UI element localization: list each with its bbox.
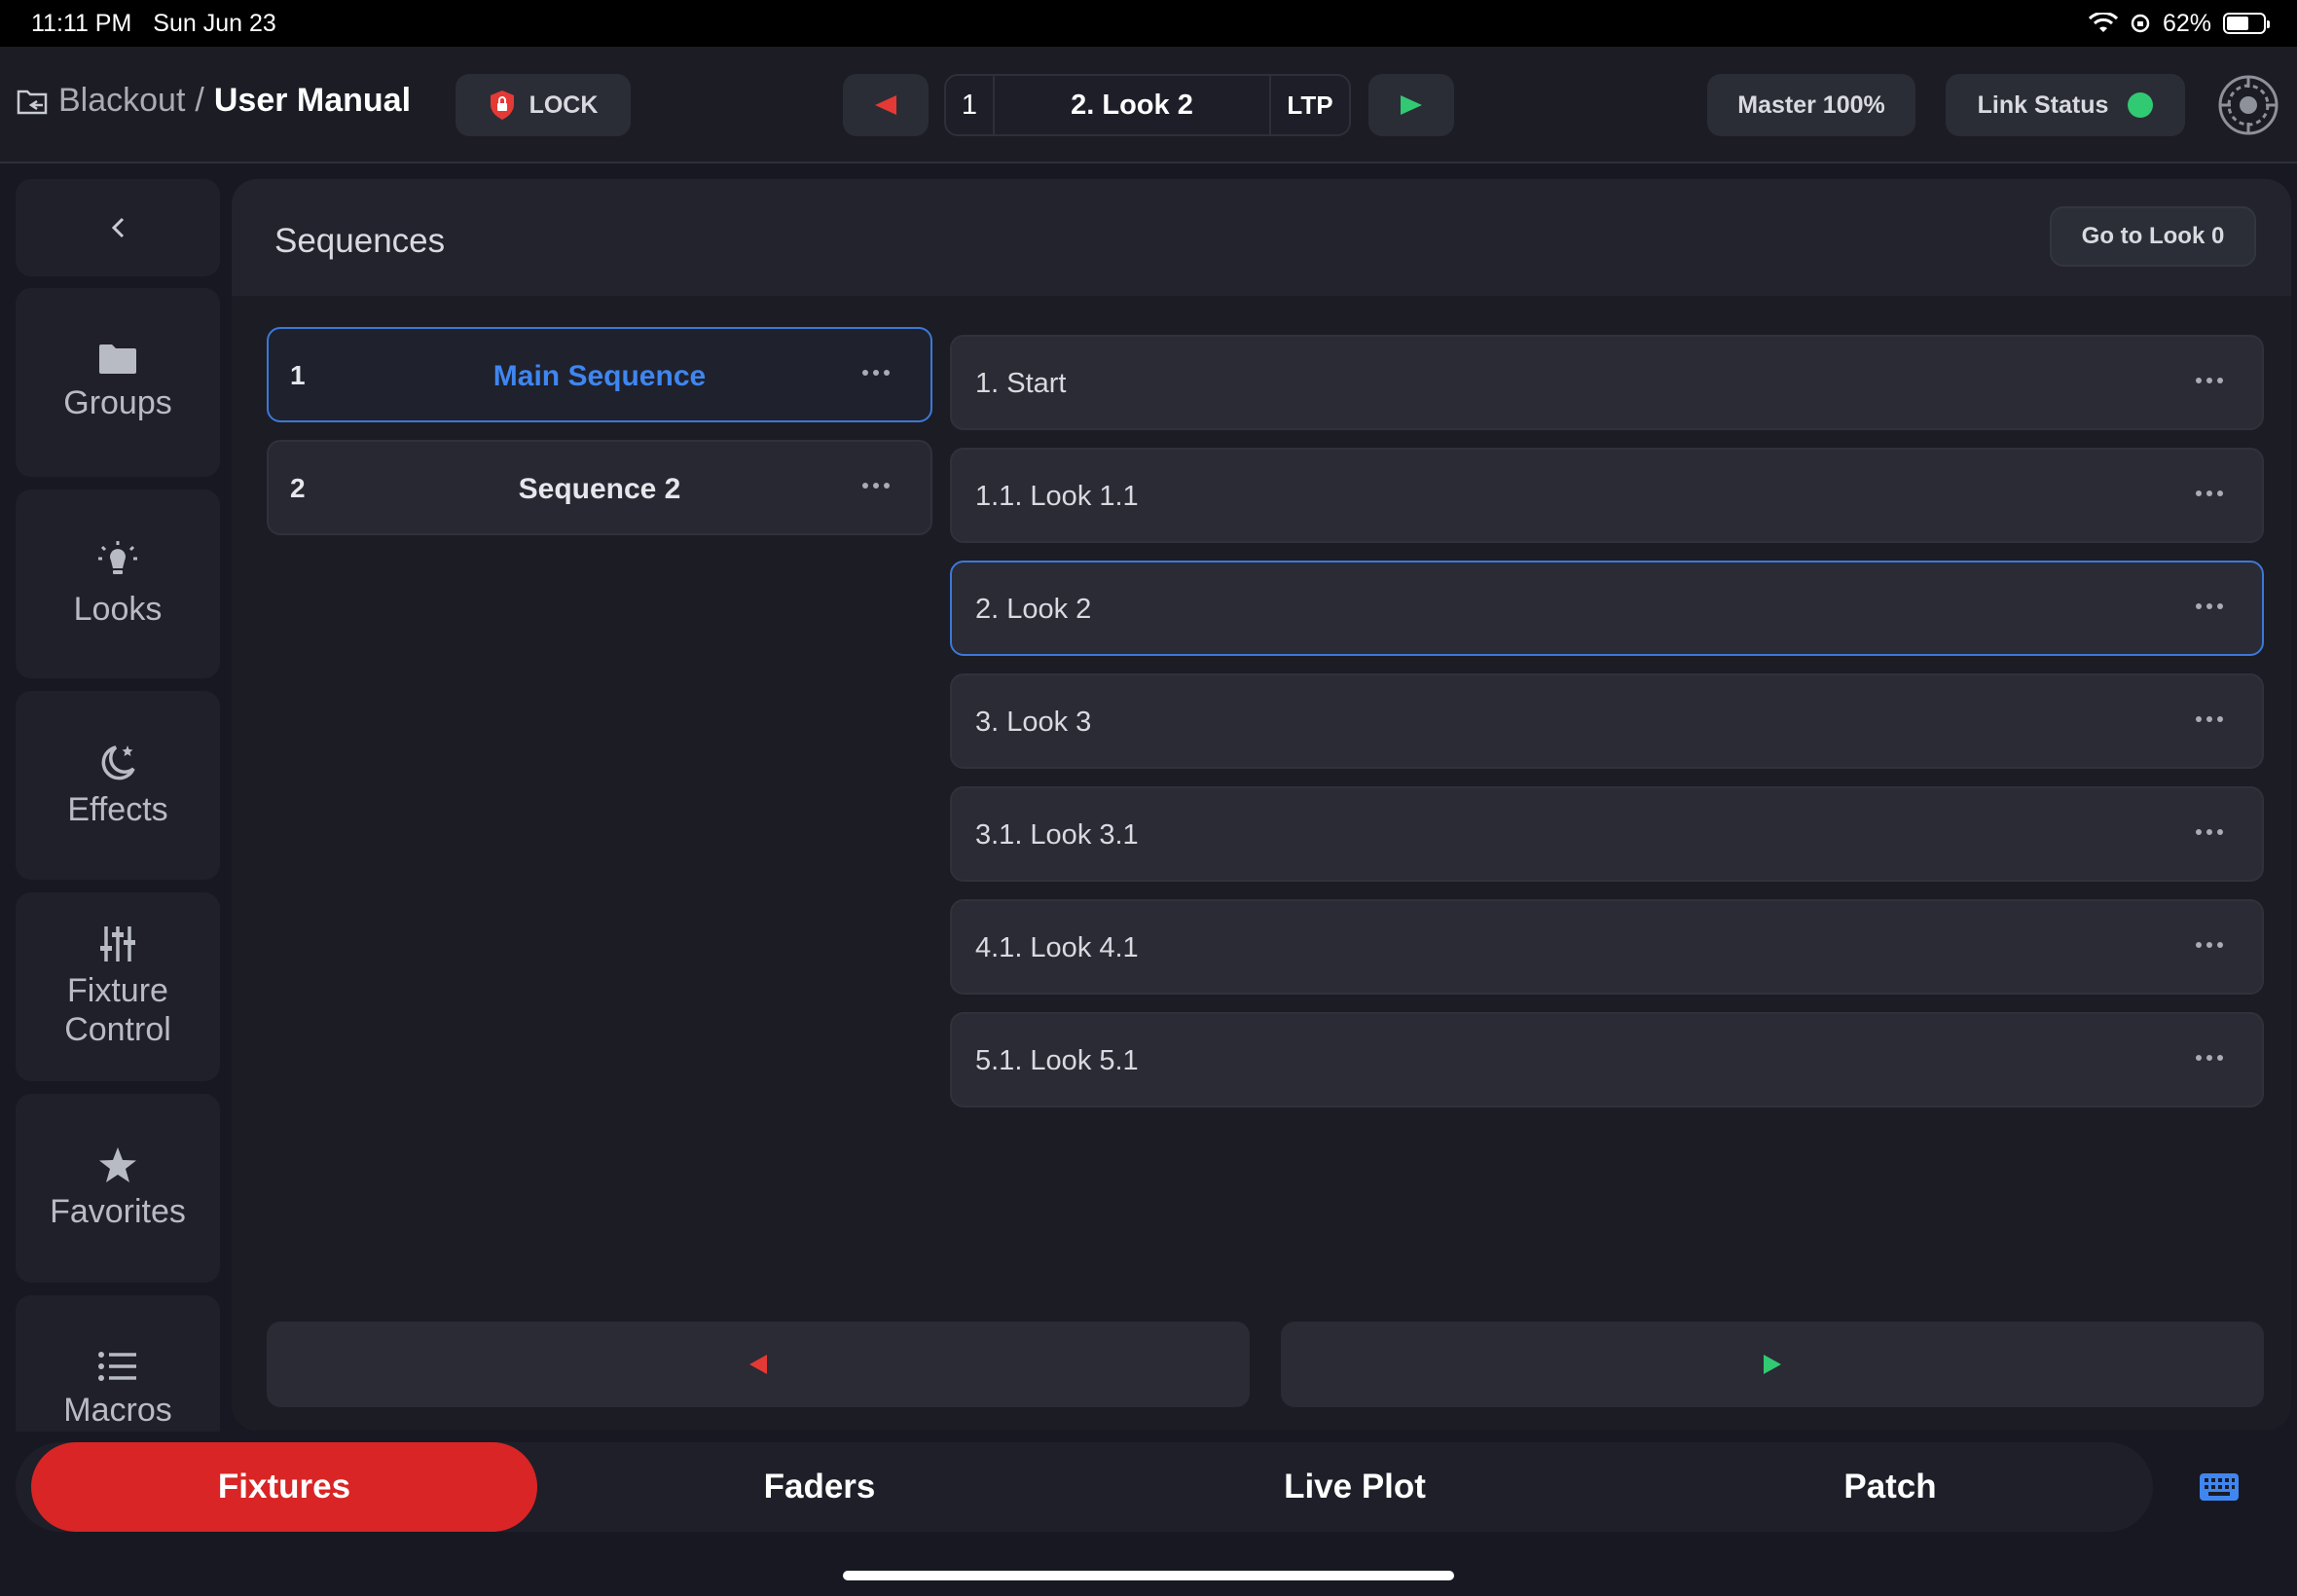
folder-icon [99, 345, 136, 374]
sidebar-item-label: Favorites [50, 1193, 186, 1230]
sidebar-item-looks[interactable]: Looks [16, 490, 220, 678]
look-item[interactable]: 1. Start [950, 335, 2264, 430]
tab-label: Fixtures [217, 1468, 351, 1505]
more-options-icon[interactable] [2196, 603, 2223, 609]
tab-label: Live Plot [1284, 1468, 1426, 1505]
rotation-lock-icon [2131, 14, 2150, 33]
link-status-indicator [2128, 92, 2154, 118]
more-options-icon[interactable] [2196, 942, 2223, 948]
sidebar-collapse-button[interactable] [16, 179, 220, 276]
more-options-icon[interactable] [2196, 490, 2223, 496]
master-label: Master 100% [1737, 91, 1885, 119]
sidebar-item-groups[interactable]: Groups [16, 288, 220, 477]
current-look-display[interactable]: 1 2. Look 2 LTP [944, 74, 1351, 136]
play-forward-icon [1401, 95, 1422, 115]
play-back-icon [749, 1355, 767, 1374]
cue-mode[interactable]: LTP [1271, 76, 1349, 134]
status-time: 11:11 PM [31, 9, 132, 37]
wifi-icon [2088, 13, 2118, 32]
look-label: 1.1. Look 1.1 [975, 481, 1139, 512]
sequence-back-button[interactable] [267, 1322, 1250, 1407]
master-button[interactable]: Master 100% [1707, 74, 1915, 136]
sequence-item-2[interactable]: 2 Sequence 2 [267, 440, 932, 535]
look-label: 2. Look 2 [975, 594, 1092, 625]
status-bar: 11:11 PM Sun Jun 23 62% [0, 0, 2297, 47]
battery-icon [2223, 13, 2270, 34]
go-to-look-label: Go to Look 0 [2081, 223, 2225, 249]
more-options-icon[interactable] [862, 370, 890, 376]
look-item[interactable]: 1.1. Look 1.1 [950, 448, 2264, 543]
sequence-name: Sequence 2 [518, 473, 681, 505]
keyboard-icon[interactable] [2200, 1473, 2239, 1501]
play-forward-icon [1764, 1355, 1781, 1374]
cue-number: 1 [946, 76, 995, 134]
sidebar-item-label-line1: Fixture [67, 972, 168, 1009]
tab-fixtures[interactable]: Fixtures [31, 1442, 537, 1532]
link-status-button[interactable]: Link Status [1946, 74, 2185, 136]
go-to-look-button[interactable]: Go to Look 0 [2050, 206, 2256, 267]
page-title: Sequences [274, 222, 446, 260]
sidebar-item-label: Groups [63, 384, 172, 421]
sidebar-item-label-line2: Control [64, 1011, 171, 1048]
look-label: 4.1. Look 4.1 [975, 932, 1139, 963]
tab-label: Faders [763, 1468, 876, 1505]
link-status-label: Link Status [1977, 91, 2109, 119]
workspace-name[interactable]: Blackout [58, 82, 185, 120]
next-look-button[interactable] [1368, 74, 1454, 136]
cue-name: 2. Look 2 [995, 76, 1271, 134]
app-logo-icon[interactable] [2217, 74, 2279, 136]
sidebar-item-label: Macros [63, 1392, 172, 1429]
lock-button[interactable]: LOCK [456, 74, 631, 136]
sidebar-item-label: Effects [67, 791, 168, 828]
sidebar-item-label: Looks [73, 591, 163, 628]
folder-back-icon[interactable] [16, 87, 49, 116]
look-item-active[interactable]: 2. Look 2 [950, 561, 2264, 656]
more-options-icon[interactable] [862, 483, 890, 489]
look-label: 3.1. Look 3.1 [975, 819, 1139, 851]
status-date: Sun Jun 23 [153, 9, 276, 37]
battery-percent: 62% [2162, 9, 2211, 37]
sliders-icon [100, 926, 135, 961]
look-item[interactable]: 4.1. Look 4.1 [950, 899, 2264, 995]
panel-header: Sequences Go to Look 0 [232, 179, 2291, 296]
tab-live-plot[interactable]: Live Plot [1102, 1442, 1608, 1532]
look-label: 5.1. Look 5.1 [975, 1045, 1139, 1076]
home-indicator[interactable] [843, 1571, 1454, 1580]
tab-patch[interactable]: Patch [1637, 1442, 2143, 1532]
look-label: 1. Start [975, 368, 1067, 399]
lightbulb-icon [98, 541, 137, 574]
look-item[interactable]: 5.1. Look 5.1 [950, 1012, 2264, 1107]
sequences-panel: Sequences Go to Look 0 1 Main Sequence 2… [232, 179, 2291, 1431]
tab-faders[interactable]: Faders [566, 1442, 1073, 1532]
look-item[interactable]: 3. Look 3 [950, 673, 2264, 769]
top-app-bar: Blackout / User Manual LOCK 1 2. Look 2 … [0, 47, 2297, 163]
moon-star-icon [101, 745, 135, 780]
more-options-icon[interactable] [2196, 829, 2223, 835]
tab-label: Patch [1843, 1468, 1937, 1505]
sidebar-item-fixture-control[interactable]: Fixture Control [16, 892, 220, 1081]
more-options-icon[interactable] [2196, 1055, 2223, 1061]
list-icon [98, 1352, 136, 1381]
sidebar-item-macros[interactable]: Macros [16, 1295, 220, 1432]
lock-label: LOCK [529, 91, 599, 119]
play-back-icon [875, 95, 896, 115]
sidebar-item-favorites[interactable]: Favorites [16, 1094, 220, 1283]
breadcrumb-separator: / [195, 82, 204, 119]
sequence-go-button[interactable] [1281, 1322, 2264, 1407]
more-options-icon[interactable] [2196, 716, 2223, 722]
look-label: 3. Look 3 [975, 707, 1092, 738]
sidebar-item-effects[interactable]: Effects [16, 691, 220, 880]
star-icon [99, 1147, 136, 1182]
sequence-name: Main Sequence [492, 360, 707, 392]
look-item[interactable]: 3.1. Look 3.1 [950, 786, 2264, 882]
bottom-tab-bar: Fixtures Faders Live Plot Patch [16, 1442, 2153, 1532]
chevron-left-icon [111, 217, 125, 238]
sequence-item-main[interactable]: 1 Main Sequence [267, 327, 932, 422]
project-name: User Manual [213, 82, 412, 119]
more-options-icon[interactable] [2196, 378, 2223, 383]
shield-lock-icon [490, 91, 514, 120]
project-breadcrumb[interactable]: Blackout / User Manual [16, 82, 411, 120]
previous-look-button[interactable] [843, 74, 929, 136]
